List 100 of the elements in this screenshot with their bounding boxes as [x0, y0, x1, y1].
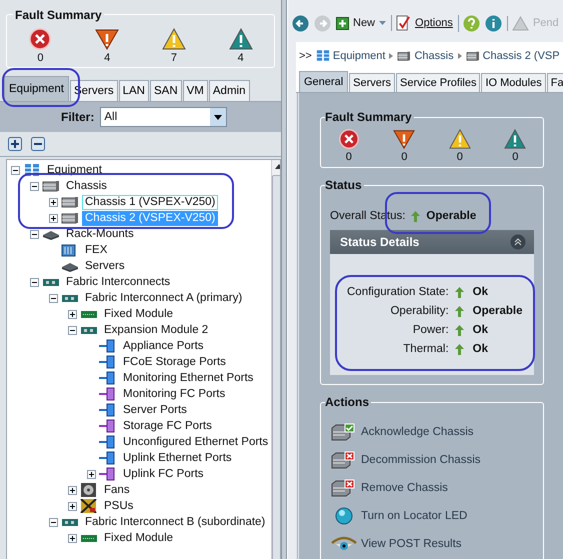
info-button[interactable]: [482, 14, 504, 32]
tree-item[interactable]: Appliance Ports: [120, 338, 207, 354]
detail-value: Operable: [472, 305, 523, 317]
chassis-icon: [466, 50, 480, 62]
tree-item[interactable]: Rack-Mounts: [63, 226, 137, 242]
eye-icon: [331, 535, 357, 553]
expand-toggle-icon[interactable]: [49, 214, 58, 222]
up-arrow-icon: [454, 324, 464, 336]
expand-toggle-icon[interactable]: [68, 534, 77, 542]
tree-item[interactable]: Fabric Interconnects: [63, 274, 174, 290]
fault-count: 4: [238, 52, 244, 64]
warning-triangle-icon: [160, 27, 187, 51]
separator-arrow-icon: [458, 52, 462, 58]
tree-item[interactable]: Chassis: [63, 178, 110, 194]
action-link[interactable]: View POST Results: [331, 535, 543, 553]
collapse-toggle-icon[interactable]: [30, 278, 39, 286]
up-arrow-icon: [454, 306, 464, 316]
warning-triangle-icon: [503, 128, 528, 150]
tree-item[interactable]: Expansion Module 2: [101, 322, 212, 338]
detail-label: Operability:: [389, 305, 449, 317]
detail-tab[interactable]: IO Modules: [481, 73, 546, 92]
power-supply-icon: [80, 499, 98, 513]
tree-item[interactable]: Storage FC Ports: [120, 418, 215, 434]
breadcrumb-link[interactable]: Equipment: [316, 49, 386, 62]
collapse-toggle-icon[interactable]: [11, 166, 20, 174]
tree-item[interactable]: Equipment: [44, 162, 105, 178]
nav-tab[interactable]: Equipment: [4, 76, 69, 101]
detail-value: Ok: [472, 324, 489, 336]
port-icon: [99, 339, 117, 353]
help-button[interactable]: [458, 14, 482, 32]
collapse-toggle-icon[interactable]: [30, 182, 39, 190]
action-link[interactable]: Decommission Chassis: [331, 451, 543, 469]
detail-tab[interactable]: General: [299, 71, 348, 92]
expand-toggle-icon[interactable]: [87, 470, 96, 478]
equipment-icon: [23, 163, 41, 177]
action-link[interactable]: Turn on Locator LED: [331, 507, 543, 525]
action-link[interactable]: Remove Chassis: [331, 479, 543, 497]
filter-dropdown[interactable]: All: [100, 107, 228, 127]
options-button[interactable]: Options: [391, 15, 455, 31]
detail-tab[interactable]: Servers: [349, 73, 396, 92]
expand-toggle-icon[interactable]: [68, 486, 77, 494]
error-circle-icon: [27, 27, 54, 51]
tree-item[interactable]: Fabric Interconnect B (subordinate): [82, 514, 268, 530]
tree-item[interactable]: Monitoring Ethernet Ports: [120, 370, 256, 386]
chassis-x-icon: [331, 479, 357, 497]
tree-item[interactable]: Fixed Module: [101, 306, 176, 322]
fault-count: 4: [104, 52, 110, 64]
collapse-toggle-icon[interactable]: [68, 326, 77, 334]
nav-tab[interactable]: VM: [182, 80, 208, 101]
tree-item[interactable]: Chassis 1 (VSPEX-V250): [82, 194, 218, 210]
detail-label: Configuration State:: [347, 286, 449, 298]
action-link[interactable]: Acknowledge Chassis: [331, 423, 543, 441]
separator-arrow-icon: [389, 52, 394, 58]
detail-tab[interactable]: Service Profiles: [396, 73, 480, 92]
detail-value: Ok: [472, 286, 489, 298]
tree-item[interactable]: FEX: [82, 242, 110, 258]
caret-icon[interactable]: [214, 114, 222, 120]
tree-item[interactable]: Uplink FC Ports: [120, 466, 207, 482]
fan-icon: [80, 483, 98, 497]
chassis-icon: [397, 50, 412, 62]
nav-tab[interactable]: SAN: [150, 80, 182, 101]
tree-item[interactable]: Unconfigured Ethernet Ports: [120, 434, 272, 450]
collapse-toggle-icon[interactable]: [49, 518, 58, 526]
port-icon: [99, 355, 117, 369]
chassis-check-icon: [331, 423, 357, 441]
collapse-toggle-icon[interactable]: [30, 230, 39, 238]
collapse-toggle-icon[interactable]: [49, 294, 58, 302]
breadcrumb-link[interactable]: Chassis 2 (VSP: [466, 50, 560, 62]
new-button[interactable]: New: [334, 16, 388, 30]
expand-toggle-icon[interactable]: [49, 198, 58, 206]
collapse-icon[interactable]: [510, 234, 526, 250]
tree-item[interactable]: Servers: [82, 258, 128, 274]
panel-title: Actions: [325, 395, 372, 409]
port-icon: [99, 467, 117, 481]
tree-item[interactable]: Fans: [101, 482, 133, 498]
nav-tab[interactable]: LAN: [118, 80, 149, 101]
back-button[interactable]: [290, 14, 311, 32]
expand-toggle-icon[interactable]: [68, 310, 77, 318]
collapse-all-icon[interactable]: [31, 137, 45, 151]
breadcrumb-link[interactable]: Chassis: [397, 50, 454, 62]
warning-triangle-icon: [448, 128, 472, 150]
plus-icon: [336, 16, 349, 30]
tree-item[interactable]: Server Ports: [120, 402, 190, 418]
expand-toggle-icon[interactable]: [68, 502, 77, 510]
panel-title: Fault Summary: [325, 110, 414, 124]
chassis-icon: [61, 195, 79, 209]
chassis-icon: [42, 179, 60, 193]
up-arrow-icon: [454, 286, 464, 298]
tree-item[interactable]: Fabric Interconnect A (primary): [82, 290, 246, 306]
tree-item[interactable]: PSUs: [101, 498, 136, 514]
panel-title: Status: [325, 178, 364, 192]
tree-item[interactable]: Uplink Ethernet Ports: [120, 450, 235, 466]
expand-all-icon[interactable]: [8, 137, 22, 151]
fault-count: 0: [346, 151, 352, 163]
tree-item[interactable]: Monitoring FC Ports: [120, 386, 228, 402]
tree-item[interactable]: Fixed Module: [101, 530, 176, 546]
port-icon: [99, 371, 117, 385]
port-icon: [99, 435, 117, 449]
tree-item[interactable]: FCoE Storage Ports: [120, 354, 229, 370]
nav-tab[interactable]: Admin: [208, 80, 250, 101]
